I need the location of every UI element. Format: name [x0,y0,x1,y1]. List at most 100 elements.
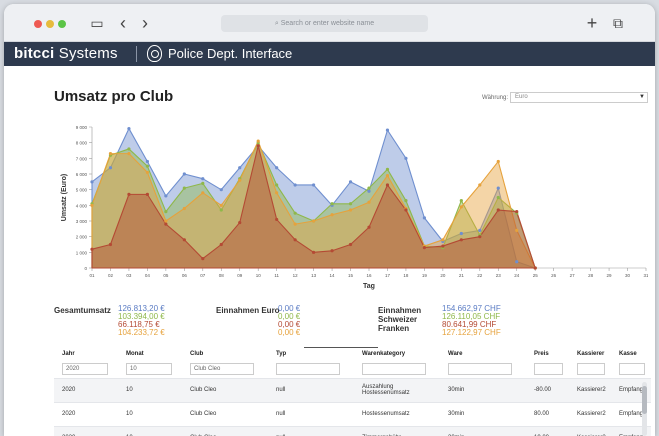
filter-input[interactable] [619,362,646,375]
back-icon[interactable]: ‹ [116,14,130,32]
data-point [164,222,168,226]
x-tick-label: 04 [145,273,151,278]
data-point [330,249,334,253]
cell-warenkategory: Hostessenumsatz [354,401,440,426]
filter-input[interactable]: 2020 [62,362,108,375]
column-header[interactable]: Ware [440,348,526,360]
data-point [459,199,463,203]
data-point [515,228,519,232]
close-window-button[interactable] [34,20,42,28]
filter-input[interactable] [577,362,605,375]
x-tick-label: 09 [237,273,243,278]
currency-value: Euro [515,94,528,100]
y-tick-label: 0 [84,266,87,271]
data-point [90,247,94,251]
data-point [404,156,408,160]
cell-typ: null [268,377,354,402]
table-row[interactable]: 2020 10 Club Cleo null Zimmergebühr 30mi… [54,425,651,436]
x-tick-label: 12 [293,273,299,278]
column-header[interactable]: Warenkategory [354,348,440,360]
app-title: Police Dept. Interface [168,46,293,61]
euro-label: Einnahmen Euro [216,306,280,315]
minimize-window-button[interactable] [46,20,54,28]
x-tick-label: 23 [496,273,502,278]
filter-input[interactable]: 10 [126,362,172,375]
data-point [219,242,223,247]
column-header[interactable]: Kassierer [569,348,611,360]
y-axis-label: Umsatz (Euro) [61,174,68,221]
data-point [127,126,131,131]
column-header[interactable]: Jahr [54,348,118,360]
data-point [312,219,316,223]
x-tick-label: 28 [588,273,594,278]
data-point [293,211,297,215]
data-point [422,246,426,250]
filter-input[interactable] [362,362,426,375]
data-point [478,235,482,239]
sidebar-icon[interactable]: ▭ [90,15,104,31]
new-tab-icon[interactable]: + [584,14,600,32]
currency-label: Währung: [482,95,509,101]
data-point [127,192,131,196]
cell-kassierer: Kassierer2 [569,425,611,436]
tab-overview-icon[interactable]: ⧉ [610,15,626,31]
data-point [219,208,223,212]
column-header[interactable]: Typ [268,348,354,360]
data-point [275,217,279,222]
column-header[interactable]: Preis [526,348,569,360]
filter-input[interactable] [534,362,563,375]
cell-warenkategory: Auszahlung Hostessenumsatz [354,377,440,402]
data-point [238,178,242,182]
scrollbar-thumb[interactable] [642,386,647,414]
data-point [182,186,186,190]
data-point [496,186,500,190]
chf-label: Schweizer [378,315,418,324]
x-tick-label: 02 [108,273,114,278]
filter-input[interactable]: Club Cleo [190,362,254,375]
table-row[interactable]: 2020 10 Club Cleo null Hostessenumsatz 3… [54,401,651,426]
data-point [293,183,297,187]
forward-icon[interactable]: › [138,14,152,32]
filter-input[interactable] [276,362,340,375]
y-tick-label: 6 000 [76,172,88,177]
currency-select[interactable]: Euro ▼ [510,92,648,103]
data-point [108,166,113,170]
data-point [182,172,186,176]
x-tick-label: 17 [385,273,391,278]
column-header[interactable]: Monat [118,348,182,360]
data-point [127,147,131,151]
data-point [496,195,500,200]
data-point [348,202,353,206]
address-placeholder: Search or enter website name [280,20,375,27]
cell-jahr: 2020 [54,425,118,436]
data-point [459,231,463,236]
cell-typ: null [268,425,354,436]
data-point [201,181,205,185]
brand-logo[interactable]: bitcci Systems [14,44,118,64]
filter-input[interactable] [448,362,512,375]
table-row[interactable]: 2020 10 Club Cleo null Auszahlung Hostes… [54,377,651,402]
data-point [496,208,500,212]
x-tick-label: 05 [163,273,169,278]
y-tick-label: 4 000 [76,203,88,208]
gesamt-label: Gesamtumsatz [54,306,111,315]
data-point [164,219,168,223]
y-tick-label: 5 000 [76,188,88,193]
data-point [275,183,279,187]
column-header[interactable]: Kasse [611,348,651,360]
x-tick-label: 26 [551,273,557,278]
data-point [459,205,463,209]
column-header[interactable]: Club [182,348,268,360]
data-point [459,238,463,242]
data-point [145,192,149,196]
x-tick-label: 29 [607,273,613,278]
data-point [312,183,316,187]
cell-monat: 10 [118,401,182,426]
cell-club: Club Cleo [182,377,268,402]
address-bar[interactable]: ⌕ Search or enter website name [221,15,428,32]
maximize-window-button[interactable] [58,20,66,28]
police-badge-icon [147,45,162,62]
y-tick-label: 2 000 [76,235,88,240]
table-scrollbar[interactable] [642,382,647,436]
data-point [90,203,94,207]
